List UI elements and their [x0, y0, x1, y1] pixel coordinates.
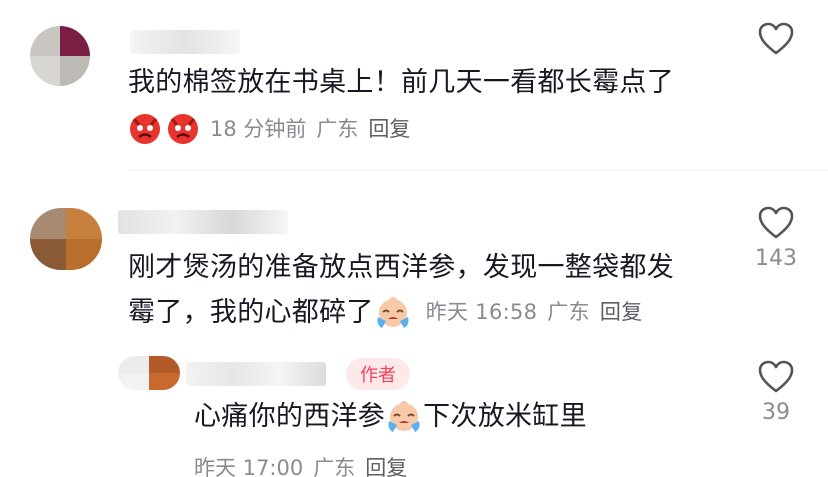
- heart-icon: [758, 206, 794, 239]
- comment-text: 心痛你的西洋参 下次放米缸里: [194, 394, 587, 439]
- comment-time: 18 分钟前: [210, 117, 307, 141]
- comment-item: 我的棉签放在书桌上！前几天一看都长霉点了 18 分钟前 广东 回复: [0, 0, 828, 170]
- reply-button[interactable]: 回复: [368, 113, 410, 143]
- reply-item: 作者 心痛你的西洋参 下次放米缸里 昨天 17:00 广东 回复 39: [0, 350, 828, 477]
- like-count: 39: [762, 400, 790, 425]
- comment-meta: 昨天 17:00 广东 回复: [194, 452, 407, 477]
- reply-button[interactable]: 回复: [365, 452, 407, 477]
- angry-face-emoji: [130, 114, 160, 144]
- comment-item: 刚才煲汤的准备放点西洋参，发现一整袋都发 霉了，我的心都碎了 昨天 16:58 …: [0, 190, 828, 340]
- like-button[interactable]: 39: [746, 360, 806, 425]
- username[interactable]: [186, 362, 326, 386]
- username[interactable]: [118, 210, 288, 234]
- username[interactable]: [130, 30, 240, 54]
- like-button[interactable]: [746, 22, 806, 56]
- comment-location: 广东: [313, 456, 356, 477]
- divider: [128, 170, 828, 171]
- comment-text: 刚才煲汤的准备放点西洋参，发现一整袋都发 霉了，我的心都碎了 昨天 16:58 …: [128, 245, 674, 335]
- avatar[interactable]: [118, 356, 180, 390]
- like-button[interactable]: 143: [746, 206, 806, 271]
- angry-face-emoji: [168, 114, 198, 144]
- comment-location: 广东: [547, 300, 590, 324]
- avatar[interactable]: [30, 26, 90, 86]
- comment-meta: 昨天 16:58 广东 回复: [426, 290, 643, 335]
- avatar[interactable]: [30, 208, 102, 270]
- comment-text: 我的棉签放在书桌上！前几天一看都长霉点了: [128, 67, 674, 98]
- like-count: 143: [755, 246, 797, 271]
- comment-time: 昨天 16:58: [425, 300, 538, 324]
- heart-icon: [758, 360, 794, 393]
- comment-time: 昨天 17:00: [194, 456, 304, 477]
- reply-button[interactable]: 回复: [600, 290, 643, 335]
- crying-face-emoji: [377, 296, 409, 328]
- emoji-group: [128, 111, 200, 145]
- comment-meta: 18 分钟前 广东 回复: [128, 111, 410, 145]
- comment-location: 广东: [316, 117, 359, 141]
- author-badge: 作者: [346, 358, 410, 390]
- heart-icon: [758, 22, 794, 55]
- crying-face-emoji: [388, 400, 420, 432]
